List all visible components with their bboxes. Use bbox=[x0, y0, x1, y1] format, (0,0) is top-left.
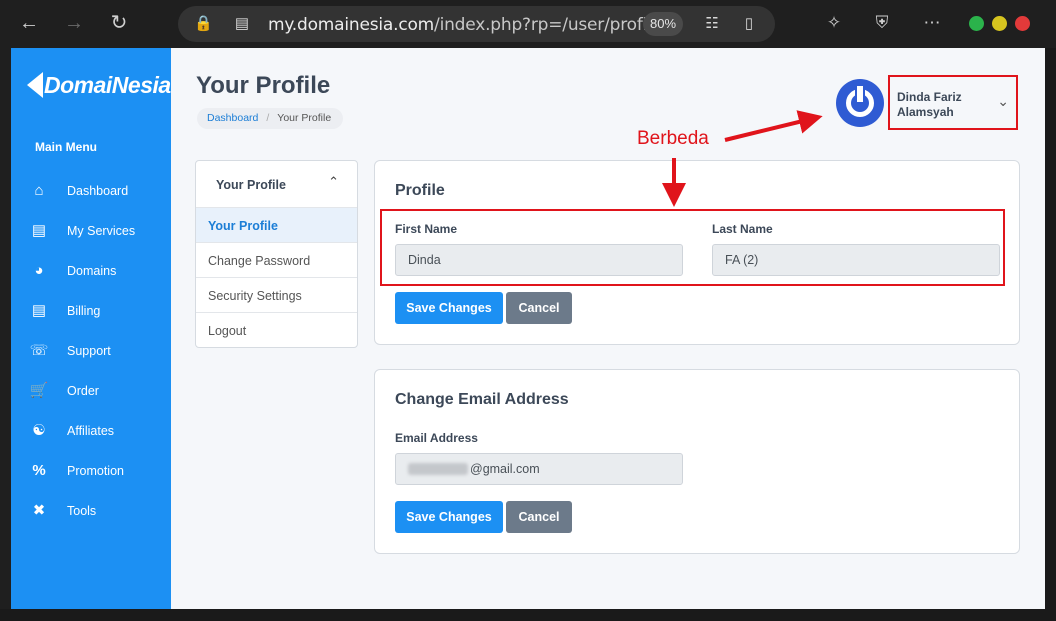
ublock-icon[interactable]: ⛨ bbox=[871, 12, 893, 34]
address-bar[interactable]: 🔒 ▤ my.domainesia.com/index.php?rp=/user… bbox=[178, 6, 775, 42]
reload-icon[interactable]: ↻ bbox=[106, 10, 132, 36]
extensions-icon[interactable]: ✧ bbox=[823, 12, 845, 34]
window-edge-bottom bbox=[0, 609, 1056, 621]
close-icon[interactable] bbox=[1015, 16, 1030, 31]
minimize-icon[interactable] bbox=[969, 16, 984, 31]
lock-icon[interactable]: 🔒 bbox=[194, 15, 213, 33]
forward-icon[interactable]: → bbox=[61, 10, 87, 36]
back-icon[interactable]: ← bbox=[16, 10, 42, 36]
translate-icon[interactable]: ☷ bbox=[703, 15, 721, 33]
reading-list-icon[interactable]: ▯ bbox=[740, 15, 758, 33]
window-edge bbox=[1045, 48, 1056, 621]
url-text[interactable]: my.domainesia.com/index.php?rp=/user/pro… bbox=[268, 15, 662, 35]
annotation-arrows bbox=[662, 110, 823, 207]
more-menu-icon[interactable]: ⋯ bbox=[921, 12, 943, 34]
maximize-icon[interactable] bbox=[992, 16, 1007, 31]
page-viewport: DomaiNesia Main Menu ⌂ Dashboard ▤ My Se… bbox=[11, 48, 1045, 609]
browser-toolbar: ← → ↻ 🔒 ▤ my.domainesia.com/index.php?rp… bbox=[0, 0, 1056, 48]
zoom-level[interactable]: 80% bbox=[643, 12, 683, 36]
arrow-to-user-menu bbox=[724, 110, 823, 142]
site-info-icon[interactable]: ▤ bbox=[233, 15, 251, 33]
